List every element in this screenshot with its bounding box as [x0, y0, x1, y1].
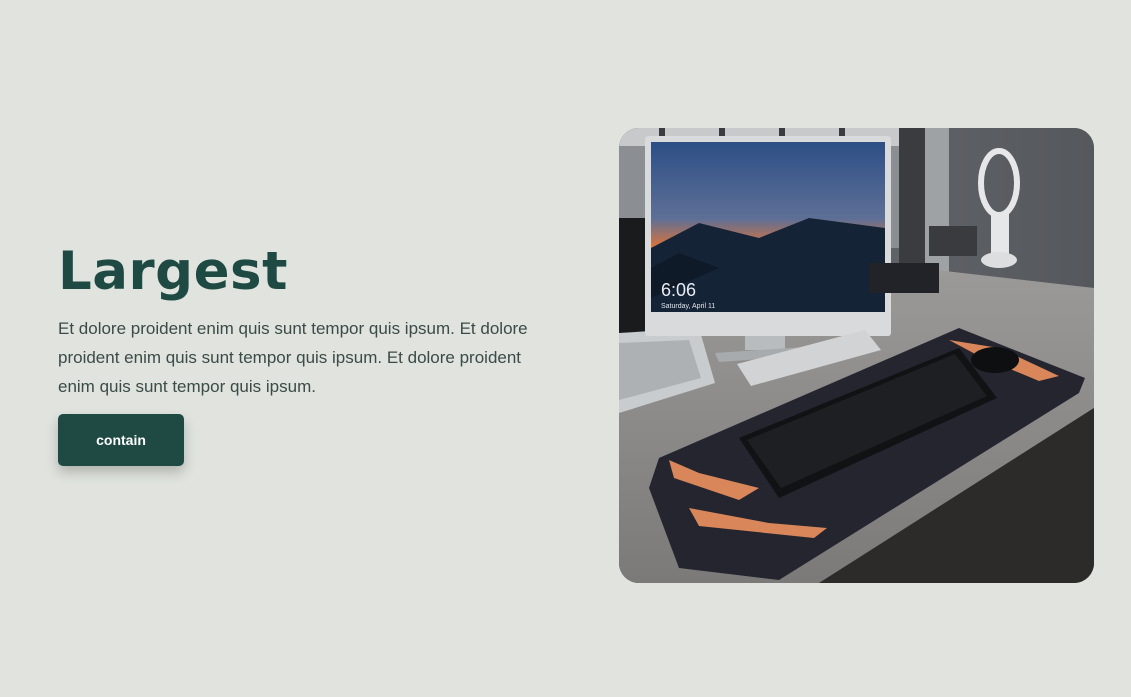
hero-description: Et dolore proident enim quis sunt tempor…	[58, 319, 528, 396]
svg-text:Saturday, April 11: Saturday, April 11	[661, 303, 715, 310]
svg-text:6:06: 6:06	[661, 280, 696, 300]
hero-title: Largest	[58, 241, 288, 302]
hero-text-column: Largest Et dolore proident enim quis sun…	[58, 238, 558, 401]
desk-setup-image: 6:06 Saturday, April 11	[619, 128, 1094, 583]
contain-button[interactable]: contain	[58, 414, 184, 466]
hero-section: Largest Et dolore proident enim quis sun…	[0, 0, 1131, 697]
